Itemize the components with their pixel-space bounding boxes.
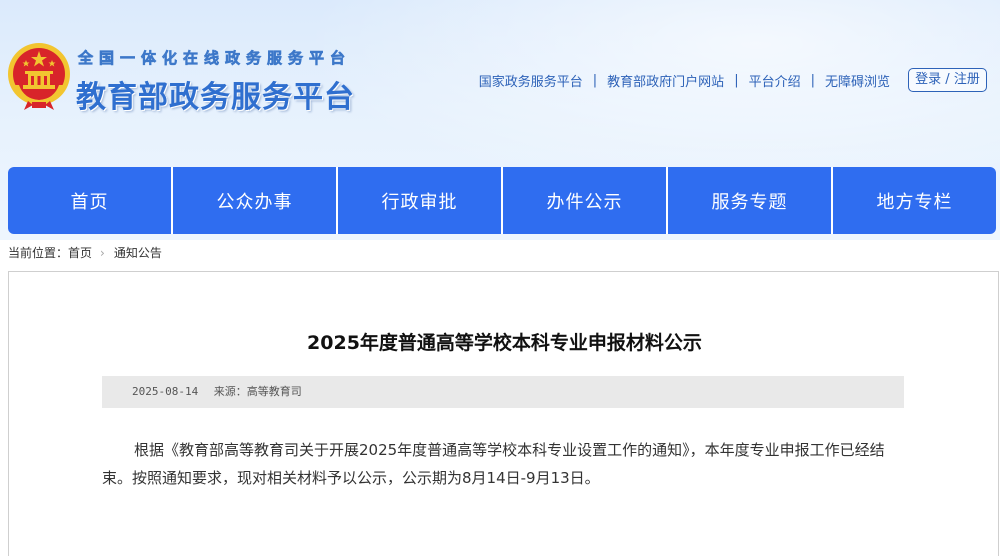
site-header: 全国一体化在线政务服务平台 教育部政务服务平台 国家政务服务平台 | 教育部政府… xyxy=(0,0,1000,240)
link-national-platform[interactable]: 国家政务服务平台 xyxy=(479,71,583,90)
nav-item-administrative-approval[interactable]: 行政审批 xyxy=(338,167,501,234)
breadcrumb-current[interactable]: 通知公告 xyxy=(114,244,162,261)
national-emblem-icon xyxy=(8,43,70,110)
nav-item-service-topics[interactable]: 服务专题 xyxy=(668,167,831,234)
breadcrumb: 当前位置： 首页 › 通知公告 xyxy=(8,244,162,261)
article-title: 2025年度普通高等学校本科专业申报材料公示 xyxy=(307,332,702,354)
article-source: 来源：高等教育司 xyxy=(213,385,302,398)
breadcrumb-prefix: 当前位置： xyxy=(8,246,69,260)
link-moe-portal[interactable]: 教育部政府门户网站 xyxy=(607,71,724,90)
link-separator: | xyxy=(810,73,815,88)
nav-item-public-services[interactable]: 公众办事 xyxy=(173,167,336,234)
link-accessibility[interactable]: 无障碍浏览 xyxy=(825,71,890,90)
link-platform-intro[interactable]: 平台介绍 xyxy=(749,71,801,90)
link-separator: | xyxy=(592,73,598,88)
nav-item-local-columns[interactable]: 地方专栏 xyxy=(833,167,996,234)
platform-title: 教育部政务服务平台 xyxy=(76,80,355,115)
main-nav: 首页 公众办事 行政审批 办件公示 服务专题 地方专栏 xyxy=(8,167,996,234)
article-meta: 2025-08-14 来源：高等教育司 xyxy=(102,376,904,408)
login-register-button[interactable]: 登录 / 注册 xyxy=(908,68,987,92)
link-separator: | xyxy=(734,73,739,88)
platform-subtitle: 全国一体化在线政务服务平台 xyxy=(78,49,352,68)
top-links: 国家政务服务平台 | 教育部政府门户网站 | 平台介绍 | 无障碍浏览 xyxy=(479,71,890,90)
breadcrumb-home-link[interactable]: 首页 xyxy=(68,244,92,261)
nav-item-home[interactable]: 首页 xyxy=(8,167,171,234)
article-date: 2025-08-14 xyxy=(132,385,199,398)
nav-item-case-publicity[interactable]: 办件公示 xyxy=(503,167,666,234)
chevron-right-icon: › xyxy=(100,245,105,260)
article-body: 根据《教育部高等教育司关于开展2025年度普通高等学校本科专业设置工作的通知》，… xyxy=(102,441,885,487)
article-panel: 2025年度普通高等学校本科专业申报材料公示 2025-08-14 来源：高等教… xyxy=(8,271,999,556)
